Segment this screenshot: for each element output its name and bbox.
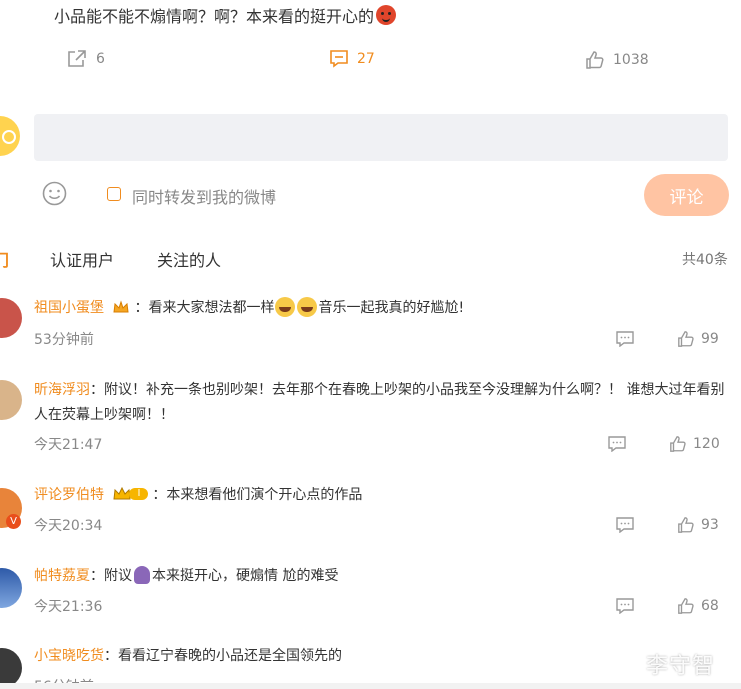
comment-time: 53分钟前 (34, 332, 94, 348)
repost-checkbox-label[interactable]: 同时转发到我的微博 (132, 184, 276, 208)
comment-text: ：看来大家想法都一样 (134, 300, 275, 316)
tab-following[interactable]: 关注的人 (157, 247, 221, 271)
commenter-name[interactable]: 祖国小蛋堡 (34, 300, 104, 316)
thumbs-up-icon (678, 331, 694, 347)
comment-time: 今天21:36 (34, 599, 103, 615)
comment-text-continued: 音乐一起我真的好尴尬! (318, 300, 465, 316)
avatar[interactable] (0, 568, 22, 608)
like-button[interactable]: 120 (669, 435, 720, 453)
thumbs-up-icon (678, 517, 694, 533)
like-count: 120 (693, 436, 720, 452)
like-count: 99 (701, 331, 719, 347)
commenter-name[interactable]: 帕特荔夏 (34, 568, 90, 584)
comment-icon (330, 50, 348, 68)
reply-icon (616, 517, 634, 533)
post-text: 小品能不能不煽情啊？啊？本来看的挺开心的 (54, 3, 397, 27)
like-button[interactable]: 1038 (585, 50, 649, 70)
reply-icon (616, 331, 634, 347)
reply-button[interactable] (616, 331, 634, 347)
thumbs-up-icon (670, 436, 686, 452)
reply-icon (608, 436, 626, 452)
comment-time: 今天20:34 (34, 518, 103, 534)
like-button[interactable]: 93 (677, 516, 719, 534)
tab-hot[interactable]: 门 (0, 247, 9, 271)
vip-level: I (129, 488, 149, 500)
avatar[interactable] (0, 298, 22, 338)
comment-text: ：附议 (90, 568, 132, 584)
vip-level-badge-icon: I (112, 486, 149, 502)
list-item: 小宝晓吃货：看看辽宁春晚的小品还是全国领先的 (34, 644, 342, 669)
comment-text: ：本来想看他们演个开心点的作品 (152, 487, 363, 503)
bottom-divider (0, 683, 741, 689)
purple-emoji-icon (134, 566, 150, 584)
my-avatar (0, 116, 20, 156)
commenter-name[interactable]: 评论罗伯特 (34, 487, 104, 503)
comment-text-continued: 本来挺开心，硬煽情 尬的难受 (152, 568, 339, 584)
comment-text: ：附议！补充一条也别吵架！去年那个在春晚上吵架的小品我至今没理解为什么啊？！ 谁… (34, 382, 725, 423)
avatar[interactable] (0, 648, 22, 688)
emoji-picker-button[interactable] (42, 181, 67, 206)
reply-button[interactable] (608, 436, 626, 452)
thumbs-up-icon (586, 51, 604, 69)
list-item: 昕海浮羽：附议！补充一条也别吵架！去年那个在春晚上吵架的小品我至今没理解为什么啊… (34, 378, 734, 428)
thumbs-up-icon (678, 598, 694, 614)
smile-icon (42, 181, 67, 206)
like-count: 93 (701, 517, 719, 533)
repost-checkbox[interactable] (107, 187, 121, 201)
avatar[interactable] (0, 380, 22, 420)
reply-button[interactable] (616, 598, 634, 614)
tab-verified[interactable]: 认证用户 (50, 247, 114, 271)
comment-input[interactable] (34, 114, 728, 161)
list-item: 帕特荔夏：附议 本来挺开心，硬煽情 尬的难受 (34, 564, 338, 589)
laugh-cry-emoji-icon (297, 297, 318, 317)
comment-text: ：看看辽宁春晚的小品还是全国领先的 (104, 648, 342, 664)
commenter-name[interactable]: 小宝晓吃货 (34, 648, 104, 664)
like-count: 68 (701, 598, 719, 614)
submit-comment-button[interactable]: 评论 (644, 174, 729, 216)
watermark: 李守智 (646, 654, 716, 679)
total-comment-count: 共40条 (682, 252, 728, 268)
verified-v-badge-icon: V (6, 514, 21, 529)
angry-face-icon (376, 5, 397, 25)
like-button[interactable]: 68 (677, 597, 719, 615)
repost-button[interactable]: 6 (66, 49, 105, 69)
like-count: 1038 (613, 52, 649, 68)
crown-badge-icon (112, 299, 130, 315)
reply-icon (616, 598, 634, 614)
post-text-content: 小品能不能不煽情啊？啊？本来看的挺开心的 (54, 7, 375, 26)
laugh-cry-emoji-icon (275, 297, 296, 317)
reply-button[interactable] (616, 517, 634, 533)
repost-count: 6 (96, 51, 105, 67)
comment-count: 27 (357, 50, 375, 67)
like-button[interactable]: 99 (677, 330, 719, 348)
list-item: 祖国小蛋堡 ：看来大家想法都一样 音乐一起我真的好尴尬! (34, 296, 464, 321)
comment-button[interactable]: 27 (329, 49, 375, 68)
list-item: 评论罗伯特 I ：本来想看他们演个开心点的作品 (34, 483, 362, 508)
commenter-name[interactable]: 昕海浮羽 (34, 382, 90, 398)
share-icon (68, 50, 86, 67)
comment-time: 今天21:47 (34, 437, 103, 453)
